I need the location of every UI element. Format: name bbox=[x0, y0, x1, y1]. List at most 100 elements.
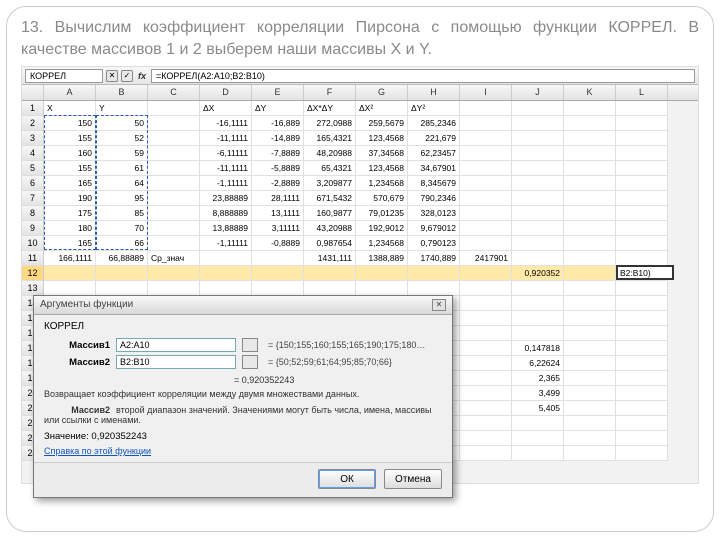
cell[interactable] bbox=[616, 116, 668, 131]
cell[interactable] bbox=[200, 281, 252, 296]
cell[interactable] bbox=[200, 251, 252, 266]
cell[interactable]: 192,9012 bbox=[356, 221, 408, 236]
cell[interactable] bbox=[512, 236, 564, 251]
cell[interactable]: 2417901 bbox=[460, 251, 512, 266]
cell[interactable] bbox=[564, 311, 616, 326]
cell[interactable] bbox=[460, 221, 512, 236]
cell[interactable]: 8,345679 bbox=[408, 176, 460, 191]
row-header[interactable]: 9 bbox=[22, 221, 44, 236]
row-header[interactable]: 4 bbox=[22, 146, 44, 161]
cell[interactable]: 3,209877 bbox=[304, 176, 356, 191]
name-box[interactable]: КОРРЕЛ bbox=[25, 69, 103, 83]
cell[interactable]: 165 bbox=[44, 176, 96, 191]
cell[interactable] bbox=[460, 116, 512, 131]
cell[interactable] bbox=[148, 131, 200, 146]
cell[interactable] bbox=[512, 221, 564, 236]
cell[interactable] bbox=[148, 146, 200, 161]
cell[interactable]: 221,679 bbox=[408, 131, 460, 146]
cell[interactable] bbox=[564, 446, 616, 461]
cell[interactable] bbox=[564, 131, 616, 146]
cell[interactable]: 3,499 bbox=[512, 386, 564, 401]
cell[interactable] bbox=[616, 206, 668, 221]
cell[interactable] bbox=[148, 176, 200, 191]
cell[interactable]: -11,1111 bbox=[200, 161, 252, 176]
cell[interactable]: 175 bbox=[44, 206, 96, 221]
cell[interactable] bbox=[616, 416, 668, 431]
cell[interactable] bbox=[616, 296, 668, 311]
row-header[interactable]: 6 bbox=[22, 176, 44, 191]
cell[interactable]: 165,4321 bbox=[304, 131, 356, 146]
cell[interactable] bbox=[512, 311, 564, 326]
cell[interactable] bbox=[96, 266, 148, 281]
cell[interactable] bbox=[616, 101, 668, 116]
cell[interactable] bbox=[148, 101, 200, 116]
cell[interactable] bbox=[616, 131, 668, 146]
cell[interactable] bbox=[616, 176, 668, 191]
cell[interactable] bbox=[564, 431, 616, 446]
cell[interactable]: 79,01235 bbox=[356, 206, 408, 221]
cell[interactable] bbox=[252, 266, 304, 281]
cell[interactable] bbox=[44, 281, 96, 296]
cell[interactable]: 95 bbox=[96, 191, 148, 206]
row-header[interactable]: 10 bbox=[22, 236, 44, 251]
cell[interactable] bbox=[564, 236, 616, 251]
col-header[interactable]: D bbox=[200, 85, 252, 100]
cell[interactable]: -16,1111 bbox=[200, 116, 252, 131]
cell[interactable]: 150 bbox=[44, 116, 96, 131]
arg2-input[interactable] bbox=[116, 355, 236, 369]
cell[interactable] bbox=[512, 131, 564, 146]
close-icon[interactable]: ✕ bbox=[432, 299, 446, 311]
cell[interactable]: 0,987654 bbox=[304, 236, 356, 251]
cell[interactable] bbox=[460, 236, 512, 251]
col-header[interactable]: A bbox=[44, 85, 96, 100]
cell[interactable] bbox=[564, 341, 616, 356]
cell[interactable]: 3,11111 bbox=[252, 221, 304, 236]
cell[interactable]: 65,4321 bbox=[304, 161, 356, 176]
cell[interactable] bbox=[460, 446, 512, 461]
cell[interactable]: 59 bbox=[96, 146, 148, 161]
cell[interactable]: X bbox=[44, 101, 96, 116]
cell[interactable] bbox=[616, 386, 668, 401]
active-cell-editor[interactable]: B2:B10) bbox=[616, 265, 674, 280]
cell[interactable] bbox=[564, 266, 616, 281]
cell[interactable] bbox=[408, 281, 460, 296]
cell[interactable] bbox=[616, 356, 668, 371]
cell[interactable] bbox=[564, 116, 616, 131]
cell[interactable]: 165 bbox=[44, 236, 96, 251]
cell[interactable] bbox=[460, 146, 512, 161]
cell[interactable]: ΔX bbox=[200, 101, 252, 116]
cell[interactable] bbox=[616, 311, 668, 326]
cell[interactable]: 790,2346 bbox=[408, 191, 460, 206]
cell[interactable] bbox=[408, 266, 460, 281]
cell[interactable] bbox=[512, 326, 564, 341]
row-header[interactable]: 12 bbox=[22, 266, 44, 281]
cell[interactable] bbox=[564, 101, 616, 116]
arg1-input[interactable] bbox=[116, 338, 236, 352]
cell[interactable] bbox=[356, 266, 408, 281]
cell[interactable] bbox=[616, 191, 668, 206]
cell[interactable] bbox=[148, 281, 200, 296]
cell[interactable] bbox=[564, 326, 616, 341]
cell[interactable]: 570,679 bbox=[356, 191, 408, 206]
cell[interactable] bbox=[460, 341, 512, 356]
cell[interactable]: 23,88889 bbox=[200, 191, 252, 206]
cell[interactable] bbox=[460, 206, 512, 221]
cell[interactable]: 272,0988 bbox=[304, 116, 356, 131]
cell[interactable] bbox=[616, 281, 668, 296]
cell[interactable]: 180 bbox=[44, 221, 96, 236]
cell[interactable]: 1,234568 bbox=[356, 236, 408, 251]
cell[interactable] bbox=[512, 431, 564, 446]
formula-input[interactable]: =КОРРЕЛ(A2:A10;B2:B10) bbox=[151, 69, 695, 83]
cell[interactable] bbox=[564, 206, 616, 221]
row-header[interactable]: 3 bbox=[22, 131, 44, 146]
cell[interactable] bbox=[616, 341, 668, 356]
cell[interactable]: -1,11111 bbox=[200, 236, 252, 251]
cell[interactable] bbox=[460, 101, 512, 116]
cell[interactable] bbox=[564, 401, 616, 416]
cell[interactable] bbox=[616, 146, 668, 161]
cell[interactable]: Y bbox=[96, 101, 148, 116]
cell[interactable] bbox=[460, 371, 512, 386]
cell[interactable] bbox=[148, 206, 200, 221]
ok-button[interactable]: ОК bbox=[318, 469, 376, 489]
cell[interactable]: ΔY² bbox=[408, 101, 460, 116]
